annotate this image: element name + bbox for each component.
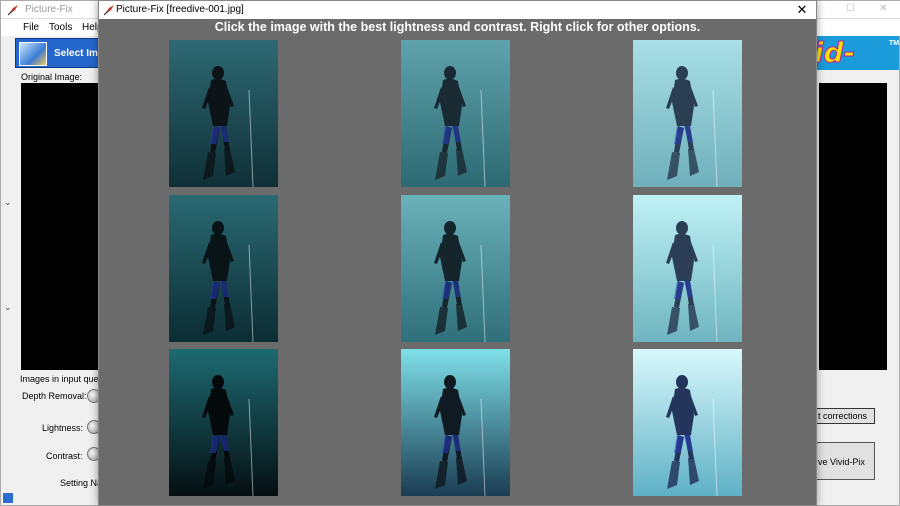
dialog-close-icon[interactable]: ✕ [794, 2, 810, 18]
thumbnail-option-9[interactable] [633, 349, 742, 496]
thumbnail-option-3[interactable] [633, 40, 742, 187]
dialog-title: Picture-Fix [freedive-001.jpg] [116, 4, 244, 15]
thumbnail-option-8[interactable] [401, 349, 510, 496]
vivid-pix-logo: id-Pix TM [817, 36, 899, 70]
app-icon [7, 5, 18, 16]
menu-tools[interactable]: Tools [49, 22, 72, 33]
app-icon [103, 5, 114, 16]
lightness-label: Lightness: [42, 423, 84, 433]
original-image-panel [21, 83, 101, 370]
taskbar-icon [3, 493, 13, 503]
menu-file[interactable]: File [23, 22, 39, 33]
corrections-button[interactable]: t corrections [809, 408, 875, 424]
preview-panel [819, 83, 887, 370]
thumbnail-option-7[interactable] [169, 349, 278, 496]
photos-icon [19, 42, 47, 66]
depth-removal-label: Depth Removal: [22, 391, 87, 401]
thumbnail-option-5[interactable] [401, 195, 510, 342]
close-icon[interactable]: ✕ [879, 3, 887, 14]
thumbnail-option-6[interactable] [633, 195, 742, 342]
contrast-label: Contrast: [46, 451, 83, 461]
instruction-text: Click the image with the best lightness … [214, 20, 701, 34]
brand-text: id-Pix [817, 36, 863, 70]
save-vivid-pix-button[interactable]: ve Vivid-Pix [809, 442, 875, 480]
thumbnail-option-2[interactable] [401, 40, 510, 187]
chevron-icon: ⌄ [4, 197, 12, 207]
original-image-label: Original Image: [21, 72, 83, 82]
dialog-titlebar: Picture-Fix [freedive-001.jpg] ✕ [99, 1, 816, 19]
picture-fix-dialog: Picture-Fix [freedive-001.jpg] ✕ Click t… [98, 0, 817, 506]
maximize-icon[interactable]: ☐ [846, 3, 855, 14]
brand-tm: TM [889, 40, 899, 47]
thumbnail-option-4[interactable] [169, 195, 278, 342]
select-image-button[interactable]: Select Imag [15, 38, 110, 68]
thumbnail-option-1[interactable] [169, 40, 278, 187]
chevron-icon: ⌄ [4, 302, 12, 312]
main-window-title: Picture-Fix [25, 4, 73, 15]
